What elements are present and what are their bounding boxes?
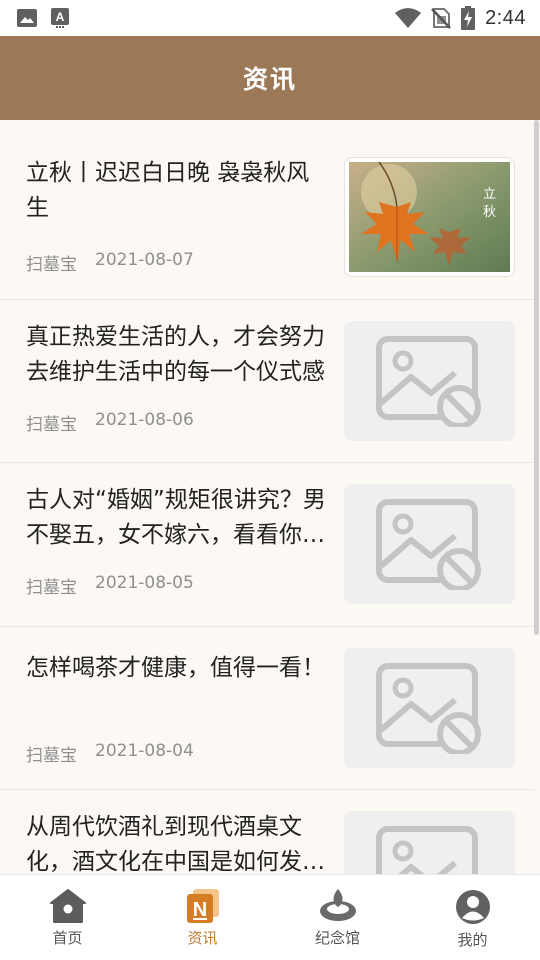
home-icon [49,889,86,923]
svg-text:A: A [56,10,65,24]
battery-charging-icon [461,6,476,30]
memorial-icon [319,889,356,921]
news-meta: 扫墓宝 2021-08-05 [26,573,194,598]
wifi-icon [395,8,422,28]
news-source: 扫墓宝 [26,255,77,275]
news-thumbnail [344,648,515,768]
keyboard-a-icon: A [51,8,69,28]
news-meta: 扫墓宝 2021-08-06 [26,410,194,435]
news-source: 扫墓宝 [26,415,77,435]
news-meta: 扫墓宝 2021-08-04 [26,741,194,766]
news-date: 2021-08-04 [95,741,194,761]
nav-item-profile[interactable]: 我的 [405,875,540,960]
image-notification-icon [17,9,37,27]
news-source: 扫墓宝 [26,578,77,598]
news-meta: 扫墓宝 2021-08-07 [26,250,194,275]
news-title: 怎样喝茶才健康，值得一看！ [26,655,325,681]
news-thumbnail [344,484,515,604]
nav-item-home[interactable]: 首页 [0,875,135,960]
no-sim-icon [431,8,451,29]
news-thumbnail [344,321,515,441]
news-item[interactable]: 怎样喝茶才健康，值得一看！ 扫墓宝 2021-08-04 [0,627,534,790]
news-date: 2021-08-05 [95,573,194,593]
scrollbar[interactable] [534,120,539,635]
news-title: 古人对“婚姻”规矩很讲究？男不娶五，女不嫁六，看看你家的习俗 [26,487,326,548]
nav-label-profile: 我的 [457,931,488,949]
status-left-icons: A [0,8,69,28]
news-title: 真正热爱生活的人，才会努力去维护生活中的每一个仪式感 [26,324,325,385]
app-header: 资讯 [0,36,540,120]
news-item[interactable]: 立秋丨迟迟白日晚 袅袅秋风生 扫墓宝 2021-08-07 立秋 [0,120,534,300]
news-icon: N [186,889,219,923]
news-list[interactable]: 立秋丨迟迟白日晚 袅袅秋风生 扫墓宝 2021-08-07 立秋 真正热爱生活的… [0,120,540,874]
news-item[interactable]: 从周代饮酒礼到现代酒桌文化，酒文化在中国是如何发展的 [0,790,534,874]
news-date: 2021-08-06 [95,410,194,430]
nav-label-home: 首页 [52,929,83,947]
news-source: 扫墓宝 [26,746,77,766]
news-thumbnail: 立秋 [344,157,515,277]
image-placeholder-icon [375,499,481,590]
image-placeholder-icon [375,826,478,874]
nav-label-memorial: 纪念馆 [314,929,360,947]
news-title: 从周代饮酒礼到现代酒桌文化，酒文化在中国是如何发展的 [26,814,325,874]
news-item[interactable]: 古人对“婚姻”规矩很讲究？男不娶五，女不嫁六，看看你家的习俗 扫墓宝 2021-… [0,463,534,627]
bottom-nav: 首页 N 资讯 纪念馆 我的 [0,874,540,960]
news-date: 2021-08-07 [95,250,194,270]
news-title: 立秋丨迟迟白日晚 袅袅秋风生 [26,160,310,221]
nav-item-memorial[interactable]: 纪念馆 [270,875,405,960]
autumn-maple-photo: 立秋 [349,162,510,272]
profile-icon [455,890,490,924]
svg-text:N: N [192,899,206,921]
news-thumbnail [344,811,515,874]
page-title: 资讯 [242,65,297,94]
status-bar: A 2:44 [0,0,540,36]
status-time: 2:44 [485,6,526,29]
thumbnail-caption: 立秋 [483,187,497,220]
news-item[interactable]: 真正热爱生活的人，才会努力去维护生活中的每一个仪式感 扫墓宝 2021-08-0… [0,300,534,463]
image-placeholder-icon [375,336,481,427]
status-right-icons: 2:44 [395,6,540,30]
nav-label-news: 资讯 [187,929,218,947]
nav-item-news[interactable]: N 资讯 [135,875,270,960]
image-placeholder-icon [375,663,481,754]
